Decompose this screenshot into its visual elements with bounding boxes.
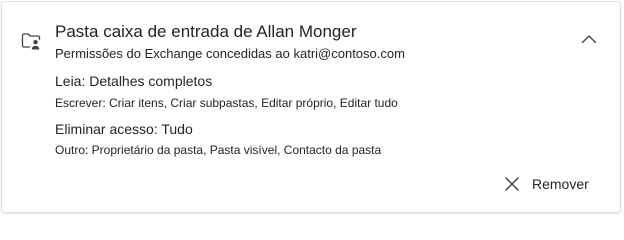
- permission-card: Pasta caixa de entrada de Allan Monger P…: [1, 1, 621, 213]
- close-icon: [505, 177, 519, 191]
- delete-permission: Eliminar acesso: Tudo: [55, 121, 193, 137]
- card-subtitle: Permissões do Exchange concedidas ao kat…: [55, 46, 405, 61]
- other-permission: Outro: Proprietário da pasta, Pasta visí…: [55, 143, 382, 157]
- folder-person-icon: [20, 30, 42, 52]
- remove-label: Remover: [532, 176, 589, 192]
- write-permission: Escrever: Criar itens, Criar subpastas, …: [55, 96, 398, 110]
- collapse-button[interactable]: [576, 28, 602, 50]
- chevron-up-icon: [581, 35, 597, 44]
- card-title: Pasta caixa de entrada de Allan Monger: [55, 22, 357, 41]
- remove-button[interactable]: Remover: [502, 172, 589, 196]
- read-permission: Leia: Detalhes completos: [55, 73, 213, 89]
